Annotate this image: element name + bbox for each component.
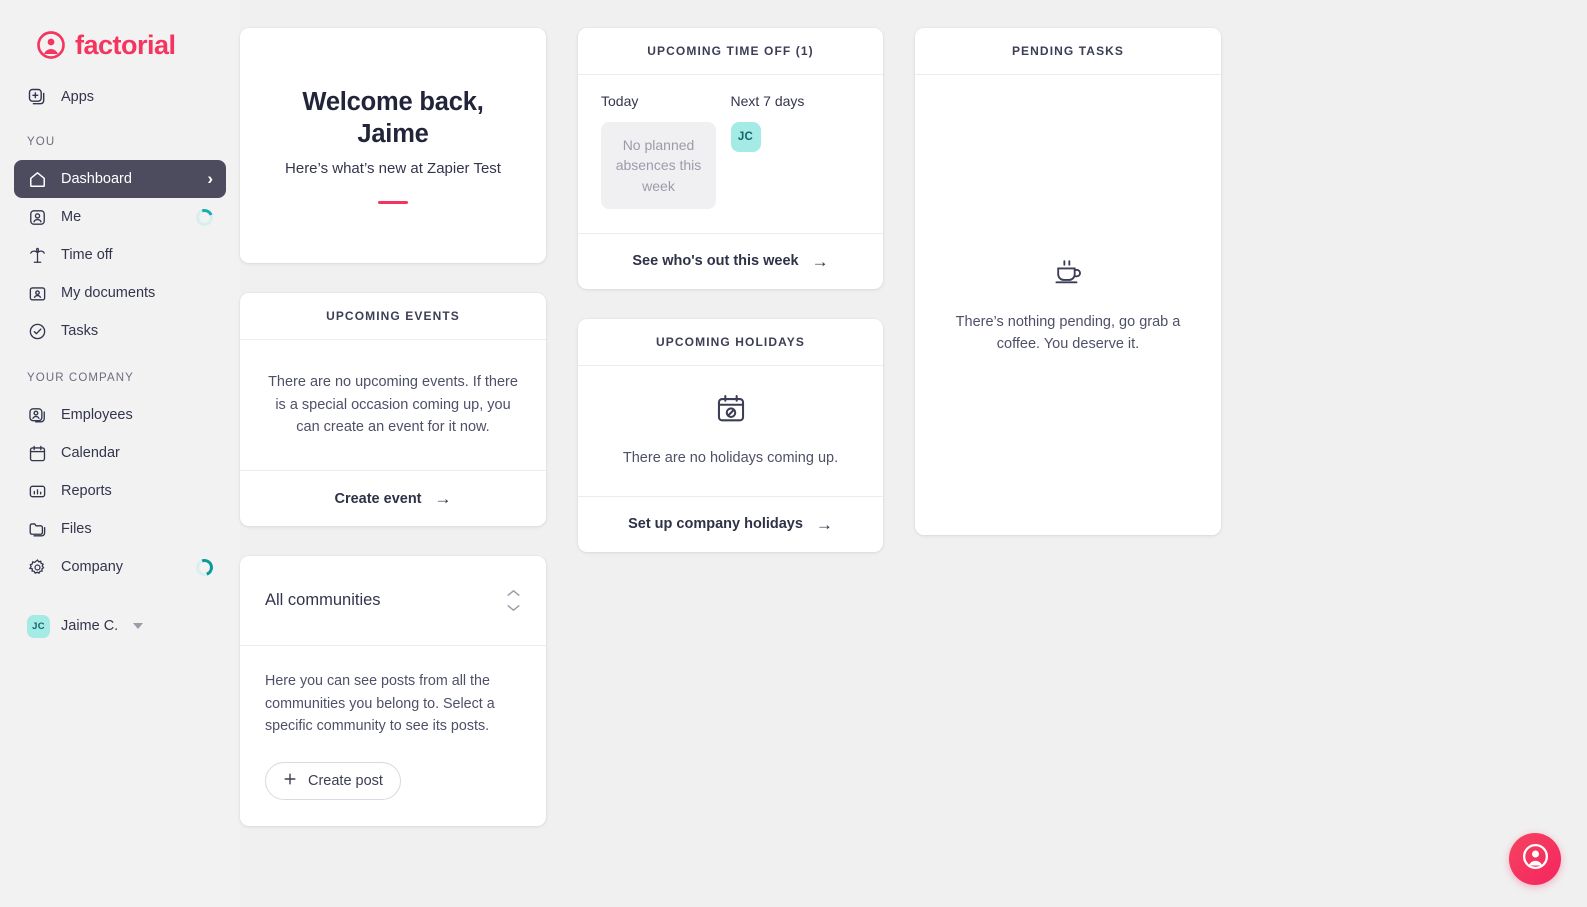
- welcome-subtitle: Here’s what’s new at Zapier Test: [285, 159, 501, 177]
- sidebar-user-name: Jaime C.: [61, 618, 119, 634]
- time-off-next7-column: Next 7 days JC: [730, 93, 861, 209]
- sidebar-item-dashboard[interactable]: Dashboard ›: [14, 160, 226, 198]
- factorial-avatar-logo-icon: [1521, 842, 1550, 876]
- time-off-today-empty: No planned absences this week: [601, 122, 716, 209]
- sidebar-section-company-label: YOUR COMPANY: [27, 372, 134, 384]
- see-whos-out-button[interactable]: See who's out this week →: [578, 232, 883, 289]
- setup-company-holidays-label: Set up company holidays: [628, 516, 803, 533]
- setup-company-holidays-button[interactable]: Set up company holidays →: [578, 495, 883, 552]
- upcoming-time-off-card: UPCOMING TIME OFF (1) Today No planned a…: [578, 28, 883, 289]
- communities-title: All communities: [265, 591, 381, 609]
- sidebar-item-my-documents-label: My documents: [61, 285, 156, 301]
- arrow-right-icon: →: [434, 489, 452, 508]
- sidebar-item-files-label: Files: [61, 521, 92, 537]
- communities-card: All communities Here you can see posts f…: [240, 556, 546, 826]
- pending-tasks-body: There’s nothing pending, go grab a coffe…: [915, 75, 1221, 535]
- chevron-right-icon: ›: [207, 169, 213, 188]
- communities-description: Here you can see posts from all the comm…: [265, 673, 495, 735]
- sidebar-item-time-off-label: Time off: [61, 247, 113, 263]
- dashboard-column-3: PENDING TASKS There’s nothing pending, g…: [915, 28, 1221, 826]
- arrow-right-icon: →: [815, 514, 833, 534]
- dashboard-column-1: Welcome back, Jaime Here’s what’s new at…: [240, 28, 546, 826]
- palm-tree-icon: [27, 245, 47, 265]
- apps-plus-icon: [27, 87, 47, 107]
- sidebar: factorial Apps YOU Dashboard › Me Time o…: [0, 0, 240, 907]
- sidebar-item-dashboard-label: Dashboard: [61, 171, 132, 187]
- time-off-today-column: Today No planned absences this week: [601, 93, 731, 209]
- sidebar-item-company-label: Company: [61, 559, 124, 575]
- user-square-icon: [27, 207, 47, 227]
- loading-spinner: [193, 205, 216, 229]
- sidebar-item-time-off[interactable]: Time off: [14, 236, 226, 274]
- upcoming-events-header: UPCOMING EVENTS: [240, 293, 546, 340]
- upcoming-events-empty-text: There are no upcoming events. If there i…: [268, 374, 518, 436]
- create-event-label: Create event: [334, 490, 422, 507]
- gear-icon: [27, 557, 47, 577]
- chevron-up-down-icon[interactable]: [506, 589, 521, 612]
- communities-body: Here you can see posts from all the comm…: [240, 646, 546, 826]
- avatar[interactable]: JC: [730, 122, 761, 152]
- sidebar-item-files[interactable]: Files: [14, 510, 226, 548]
- upcoming-holidays-card: UPCOMING HOLIDAYS There are no holidays …: [578, 318, 883, 552]
- time-off-today-label: Today: [601, 93, 639, 109]
- main-content: Welcome back, Jaime Here’s what’s new at…: [240, 0, 1587, 907]
- loading-spinner: [193, 555, 216, 579]
- upcoming-holidays-empty-text: There are no holidays coming up.: [622, 450, 839, 467]
- sidebar-item-me[interactable]: Me: [14, 198, 226, 236]
- sidebar-item-apps-label: Apps: [61, 89, 95, 105]
- accent-divider: [378, 200, 408, 204]
- sidebar-item-calendar-label: Calendar: [61, 445, 120, 461]
- create-post-label: Create post: [308, 772, 383, 789]
- see-whos-out-label: See who's out this week: [632, 253, 799, 270]
- plus-icon: [283, 772, 297, 790]
- calendar-blocked-icon: [714, 392, 748, 433]
- sidebar-user-menu[interactable]: JC Jaime C.: [14, 606, 226, 646]
- coffee-cup-icon: [1052, 254, 1085, 294]
- welcome-card-body: Welcome back, Jaime Here’s what’s new at…: [240, 28, 546, 263]
- pending-tasks-header: PENDING TASKS: [915, 28, 1221, 75]
- folder-user-icon: [27, 283, 47, 303]
- chevron-down-icon[interactable]: [133, 623, 144, 629]
- upcoming-events-card: UPCOMING EVENTS There are no upcoming ev…: [240, 293, 546, 526]
- sidebar-item-employees-label: Employees: [61, 407, 133, 423]
- pending-tasks-empty-text: There’s nothing pending, go grab a coffe…: [955, 313, 1181, 353]
- users-icon: [27, 405, 47, 425]
- page-title: Welcome back, Jaime: [302, 88, 484, 148]
- factorial-avatar-logo-icon: [36, 30, 66, 60]
- upcoming-time-off-body: Today No planned absences this week Next…: [578, 75, 883, 233]
- upcoming-holidays-header: UPCOMING HOLIDAYS: [578, 319, 883, 366]
- time-off-next7-label: Next 7 days: [730, 93, 805, 109]
- calendar-icon: [27, 443, 47, 463]
- upcoming-holidays-body: There are no holidays coming up.: [578, 366, 883, 496]
- welcome-card: Welcome back, Jaime Here’s what’s new at…: [240, 28, 546, 263]
- sidebar-item-reports-label: Reports: [61, 483, 112, 499]
- brand-logo[interactable]: factorial: [14, 0, 226, 60]
- sidebar-item-company[interactable]: Company: [14, 548, 226, 586]
- avatar: JC: [27, 614, 50, 638]
- sidebar-item-calendar[interactable]: Calendar: [14, 434, 226, 472]
- sidebar-item-tasks-label: Tasks: [61, 323, 99, 339]
- arrow-right-icon: →: [811, 251, 829, 271]
- support-chat-button[interactable]: [1509, 833, 1561, 885]
- sidebar-item-employees[interactable]: Employees: [14, 396, 226, 434]
- home-icon: [27, 169, 47, 189]
- folder-icon: [27, 519, 47, 539]
- sidebar-item-apps[interactable]: Apps: [14, 78, 226, 116]
- brand-name: factorial: [75, 29, 176, 60]
- communities-header: All communities: [240, 556, 546, 646]
- check-circle-icon: [27, 321, 47, 341]
- pending-tasks-card: PENDING TASKS There’s nothing pending, g…: [915, 28, 1221, 535]
- sidebar-item-reports[interactable]: Reports: [14, 472, 226, 510]
- sidebar-item-me-label: Me: [61, 209, 82, 225]
- app-root: factorial Apps YOU Dashboard › Me Time o…: [0, 0, 1587, 907]
- sidebar-section-you-label: YOU: [27, 136, 56, 148]
- upcoming-time-off-header: UPCOMING TIME OFF (1): [578, 28, 883, 75]
- sidebar-item-tasks[interactable]: Tasks: [14, 312, 226, 350]
- sidebar-item-my-documents[interactable]: My documents: [14, 274, 226, 312]
- create-event-button[interactable]: Create event →: [240, 470, 546, 526]
- dashboard-grid: Welcome back, Jaime Here’s what’s new at…: [240, 28, 1587, 826]
- dashboard-column-2: UPCOMING TIME OFF (1) Today No planned a…: [578, 28, 883, 826]
- create-post-button[interactable]: Create post: [265, 761, 401, 800]
- bar-chart-icon: [27, 481, 47, 501]
